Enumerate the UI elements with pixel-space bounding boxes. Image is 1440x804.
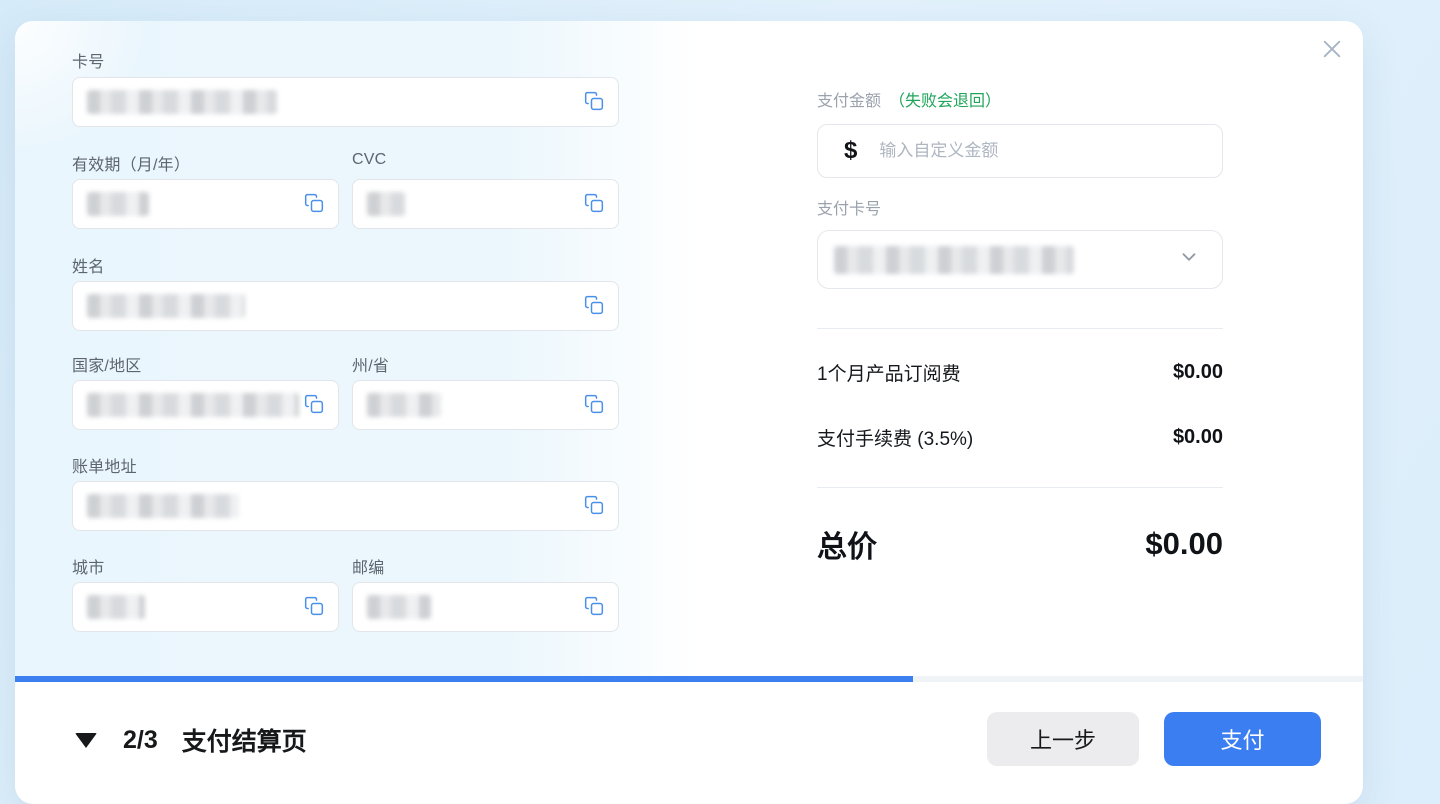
pay-button[interactable]: 支付 bbox=[1164, 712, 1321, 766]
progress-bar bbox=[15, 676, 1363, 682]
redacted-pay-card bbox=[834, 246, 1074, 274]
copy-icon bbox=[584, 295, 604, 318]
copy-icon bbox=[304, 193, 324, 216]
redacted-cvc bbox=[367, 192, 405, 216]
divider bbox=[817, 328, 1223, 329]
redacted-name bbox=[87, 294, 245, 318]
close-icon bbox=[1321, 38, 1343, 63]
copy-button[interactable] bbox=[582, 393, 606, 417]
progress-fill bbox=[15, 676, 913, 682]
payment-modal: 卡号 有效期（月/年） CVC 姓名 国家/地区 州/省 账单地址 城市 bbox=[15, 21, 1363, 804]
field-label-zip: 邮编 bbox=[352, 554, 384, 578]
redacted-zip bbox=[367, 595, 431, 619]
currency-symbol: $ bbox=[844, 137, 857, 165]
state-input[interactable] bbox=[352, 380, 619, 430]
redacted-expiry bbox=[87, 192, 149, 216]
amount-label: 支付金额 bbox=[817, 93, 881, 110]
redacted-address bbox=[87, 494, 239, 518]
copy-icon bbox=[584, 394, 604, 417]
pay-card-label: 支付卡号 bbox=[817, 195, 881, 219]
line-item-subscription: 1个月产品订阅费 $0.00 bbox=[817, 357, 1223, 387]
copy-icon bbox=[304, 394, 324, 417]
total-label: 总价 bbox=[817, 522, 877, 566]
step-indicator-group: 2/3 支付结算页 bbox=[75, 719, 307, 761]
expiry-input[interactable] bbox=[72, 179, 339, 229]
cvc-input[interactable] bbox=[352, 179, 619, 229]
field-label-city: 城市 bbox=[72, 554, 104, 578]
triangle-down-icon[interactable] bbox=[75, 733, 97, 748]
field-label-expiry: 有效期（月/年） bbox=[72, 151, 190, 175]
copy-icon bbox=[304, 596, 324, 619]
line-item-value: $0.00 bbox=[1173, 426, 1223, 449]
amount-label-row: 支付金额 （失败会退回） bbox=[817, 87, 1001, 111]
copy-button[interactable] bbox=[302, 393, 326, 417]
zip-input[interactable] bbox=[352, 582, 619, 632]
line-item-value: $0.00 bbox=[1173, 361, 1223, 384]
line-item-fee: 支付手续费 (3.5%) $0.00 bbox=[817, 422, 1223, 452]
custom-amount-field: $ bbox=[817, 124, 1223, 178]
field-label-cvc: CVC bbox=[352, 151, 386, 169]
line-item-label: 1个月产品订阅费 bbox=[817, 359, 961, 386]
field-label-country: 国家/地区 bbox=[72, 352, 141, 376]
billing-address-input[interactable] bbox=[72, 481, 619, 531]
back-button[interactable]: 上一步 bbox=[987, 712, 1139, 766]
copy-button[interactable] bbox=[582, 90, 606, 114]
redacted-country bbox=[87, 393, 299, 417]
close-button[interactable] bbox=[1313, 31, 1351, 69]
refund-note: （失败会退回） bbox=[889, 93, 1001, 110]
copy-button[interactable] bbox=[582, 595, 606, 619]
divider bbox=[817, 487, 1223, 488]
copy-button[interactable] bbox=[582, 192, 606, 216]
copy-button[interactable] bbox=[582, 494, 606, 518]
step-counter: 2/3 bbox=[123, 726, 158, 755]
custom-amount-input[interactable] bbox=[879, 141, 1222, 161]
copy-icon bbox=[584, 91, 604, 114]
line-item-label: 支付手续费 (3.5%) bbox=[817, 424, 973, 451]
redacted-card-number bbox=[87, 90, 277, 114]
country-input[interactable] bbox=[72, 380, 339, 430]
field-label-state: 州/省 bbox=[352, 352, 389, 376]
pay-card-select[interactable] bbox=[817, 230, 1223, 289]
copy-button[interactable] bbox=[302, 192, 326, 216]
field-label-name: 姓名 bbox=[72, 253, 104, 277]
copy-icon bbox=[584, 193, 604, 216]
step-title: 支付结算页 bbox=[182, 722, 307, 758]
city-input[interactable] bbox=[72, 582, 339, 632]
copy-icon bbox=[584, 495, 604, 518]
card-number-input[interactable] bbox=[72, 77, 619, 127]
field-label-card-number: 卡号 bbox=[72, 48, 104, 72]
redacted-state bbox=[367, 393, 441, 417]
name-input[interactable] bbox=[72, 281, 619, 331]
copy-button[interactable] bbox=[582, 294, 606, 318]
copy-icon bbox=[584, 596, 604, 619]
copy-button[interactable] bbox=[302, 595, 326, 619]
chevron-down-icon bbox=[1178, 246, 1200, 273]
redacted-city bbox=[87, 595, 145, 619]
field-label-billing-address: 账单地址 bbox=[72, 453, 137, 477]
total-value: $0.00 bbox=[1145, 526, 1223, 562]
total-row: 总价 $0.00 bbox=[817, 519, 1223, 569]
